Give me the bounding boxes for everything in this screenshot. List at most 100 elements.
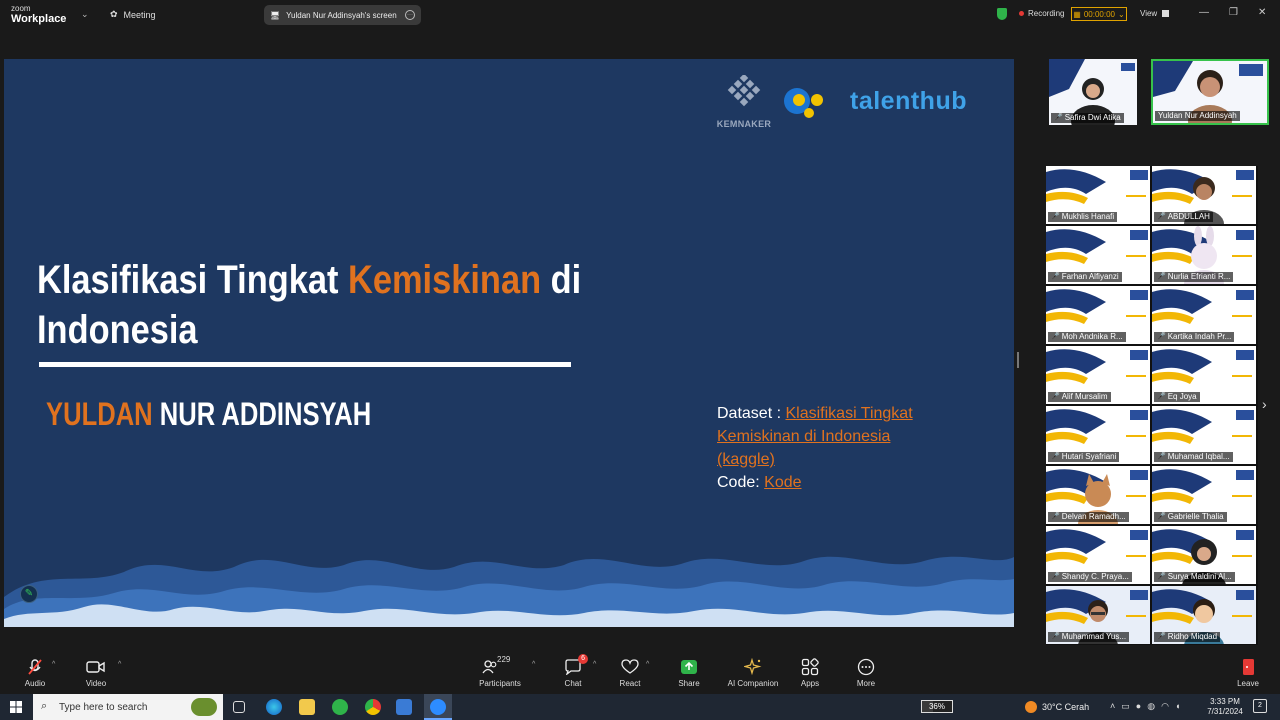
audio-options-caret-icon[interactable]: ^ bbox=[52, 661, 55, 668]
wifi-icon[interactable]: ◠ bbox=[1161, 701, 1169, 712]
participant-name-tag: 🎤 Kartika Indah Pr... bbox=[1154, 332, 1235, 342]
view-button[interactable]: View bbox=[1140, 9, 1170, 18]
close-icon[interactable]: ✕ bbox=[1258, 7, 1266, 18]
chat-label: Chat bbox=[564, 679, 582, 688]
participant-tile[interactable]: 🎤 Shandy C. Praya... bbox=[1046, 526, 1150, 584]
author-rest: NUR ADDINSYAH bbox=[152, 396, 372, 432]
ai-companion-button[interactable]: AI Companion bbox=[723, 656, 783, 688]
leave-icon bbox=[1240, 656, 1256, 678]
timer-grid-icon: ▦ bbox=[1073, 9, 1081, 19]
participant-name-tag: 🎤 Ridho Miqdad bbox=[1154, 632, 1221, 642]
security-shield-icon[interactable] bbox=[997, 8, 1007, 20]
mic-off-icon: 🎤 bbox=[1157, 273, 1166, 280]
code-link[interactable]: Kode bbox=[764, 474, 801, 491]
battery-tray-icon[interactable]: ▭ bbox=[1121, 701, 1130, 712]
edge-browser-icon[interactable] bbox=[266, 699, 282, 715]
resize-handle[interactable] bbox=[1017, 352, 1019, 368]
participant-name: Delvan Ramadh... bbox=[1061, 512, 1126, 521]
notification-center-icon[interactable]: 2 bbox=[1253, 699, 1267, 713]
task-view-icon[interactable] bbox=[233, 701, 245, 713]
network-icon[interactable]: ◍ bbox=[1147, 701, 1155, 712]
more-button[interactable]: More bbox=[836, 656, 896, 688]
participant-tile[interactable]: 🎤 Hutari Syafriani bbox=[1046, 406, 1150, 464]
participant-tile[interactable]: 🎤 Muhammad Yus... bbox=[1046, 586, 1150, 644]
participants-icon: 229 bbox=[480, 655, 520, 678]
video-button[interactable]: Video bbox=[66, 656, 126, 688]
participant-tile[interactable]: 🎤 Farhan Alfiyanzi bbox=[1046, 226, 1150, 284]
more-options-icon[interactable]: ··· bbox=[405, 10, 415, 20]
meeting-menu[interactable]: ✿ Meeting bbox=[110, 9, 156, 20]
author-highlight: YULDAN bbox=[46, 396, 153, 432]
share-button[interactable]: Share bbox=[659, 656, 719, 688]
recording-indicator[interactable]: Recording bbox=[1019, 9, 1064, 18]
mic-off-icon: 🎤 bbox=[1157, 333, 1166, 340]
participant-tile[interactable]: 🎤 Moh Andnika R... bbox=[1046, 286, 1150, 344]
leave-button[interactable]: Leave bbox=[1218, 656, 1278, 688]
system-tray[interactable]: ˄ ▭ ● ◍ ◠ ◖ bbox=[1110, 701, 1180, 712]
dataset-label: Dataset : bbox=[717, 405, 786, 422]
audio-button[interactable]: Audio bbox=[5, 656, 65, 688]
participant-name-tag: 🎤 Gabrielle Thalia bbox=[1154, 512, 1227, 522]
taskbar-clock[interactable]: 3:33 PM 7/31/2024 bbox=[1200, 697, 1250, 717]
taskbar-search-input[interactable]: ⌕ Type here to search bbox=[33, 694, 223, 720]
participant-tile[interactable]: 🎤 Ridho Miqdad bbox=[1152, 586, 1256, 644]
participant-name: Alif Mursalim bbox=[1061, 392, 1108, 401]
participant-tile[interactable]: 🎤 Muhamad Iqbal... bbox=[1152, 406, 1256, 464]
heart-icon bbox=[621, 656, 639, 678]
meeting-timer[interactable]: ▦ 00:00:00 ⌄ bbox=[1071, 7, 1127, 21]
battery-indicator[interactable]: 36% bbox=[921, 700, 953, 713]
restore-icon[interactable]: ❐ bbox=[1229, 7, 1238, 18]
participant-tile[interactable]: 🎤 ABDULLAH bbox=[1152, 166, 1256, 224]
weather-widget[interactable]: 30°C Cerah bbox=[1025, 701, 1089, 713]
participant-tile[interactable]: 🎤 Kartika Indah Pr... bbox=[1152, 286, 1256, 344]
mic-off-icon: 🎤 bbox=[1051, 273, 1060, 280]
screen-share-pill[interactable]: 🖥 Yuldan Nur Addinsyah's screen ··· bbox=[264, 5, 421, 25]
chat-options-caret-icon[interactable]: ^ bbox=[593, 661, 596, 668]
speaker-tile[interactable]: 🎤 Safira Dwi Atika bbox=[1049, 59, 1137, 125]
participant-tile[interactable]: 🎤 Delvan Ramadh... bbox=[1046, 466, 1150, 524]
mic-muted-icon bbox=[26, 656, 44, 678]
participants-button[interactable]: 229 Participants bbox=[470, 655, 530, 688]
participant-tile[interactable]: 🎤 Surya Maldini Al... bbox=[1152, 526, 1256, 584]
annotate-pen-icon[interactable]: ✎ bbox=[20, 585, 38, 603]
participant-gallery: 🎤 Mukhlis Hanafi 🎤 ABDULLAH 🎤 Farhan Alfiyanz… bbox=[1046, 166, 1258, 645]
react-button[interactable]: React bbox=[600, 656, 660, 688]
title-highlight: Kemiskinan bbox=[347, 258, 542, 302]
windows-start-icon[interactable] bbox=[10, 701, 22, 713]
mic-off-icon: 🎤 bbox=[1051, 633, 1060, 640]
participant-tile[interactable]: 🎤 Mukhlis Hanafi bbox=[1046, 166, 1150, 224]
participant-tile[interactable]: 🎤 Alif Mursalim bbox=[1046, 346, 1150, 404]
participant-name-tag: 🎤 Muhammad Yus... bbox=[1048, 632, 1130, 642]
active-speaker-tile[interactable]: Yuldan Nur Addinsyah bbox=[1151, 59, 1269, 125]
file-explorer-icon[interactable] bbox=[299, 699, 315, 715]
apps-button[interactable]: Apps bbox=[780, 656, 840, 688]
participant-tile[interactable]: 🎤 Nurlia Efrianti R... bbox=[1152, 226, 1256, 284]
chat-badge: 6 bbox=[578, 654, 588, 664]
microphone-icon[interactable]: ● bbox=[1136, 701, 1141, 712]
chrome-icon[interactable] bbox=[365, 699, 381, 715]
participants-options-caret-icon[interactable]: ^ bbox=[532, 661, 535, 668]
minimize-icon[interactable]: — bbox=[1199, 7, 1209, 18]
clock-date: 7/31/2024 bbox=[1207, 707, 1243, 716]
video-options-caret-icon[interactable]: ^ bbox=[118, 661, 121, 668]
chevron-right-icon[interactable]: › bbox=[1262, 396, 1267, 412]
whatsapp-icon[interactable] bbox=[332, 699, 348, 715]
chevron-down-icon[interactable]: ⌄ bbox=[81, 9, 89, 20]
participants-count: 229 bbox=[497, 655, 511, 664]
video-label: Video bbox=[85, 679, 107, 688]
chevron-up-icon[interactable]: ˄ bbox=[1110, 701, 1115, 712]
participant-name-tag: 🎤 Muhamad Iqbal... bbox=[1154, 452, 1233, 462]
zoom-workplace-logo[interactable]: zoom Workplace bbox=[11, 5, 66, 25]
participant-name: Mukhlis Hanafi bbox=[1061, 212, 1115, 221]
participant-name-tag: 🎤 Mukhlis Hanafi bbox=[1048, 212, 1118, 222]
zoom-taskbar-button[interactable] bbox=[424, 694, 452, 720]
participant-tile[interactable]: 🎤 Gabrielle Thalia bbox=[1152, 466, 1256, 524]
title-underline bbox=[39, 362, 571, 367]
kemnaker-mark-icon bbox=[727, 75, 761, 107]
screen-share-label: Yuldan Nur Addinsyah's screen bbox=[286, 10, 397, 20]
volume-icon[interactable]: ◖ bbox=[1175, 701, 1180, 712]
app-icon[interactable] bbox=[396, 699, 412, 715]
participant-tile[interactable]: 🎤 Eq Joya bbox=[1152, 346, 1256, 404]
audio-label: Audio bbox=[24, 679, 46, 688]
react-options-caret-icon[interactable]: ^ bbox=[646, 661, 649, 668]
